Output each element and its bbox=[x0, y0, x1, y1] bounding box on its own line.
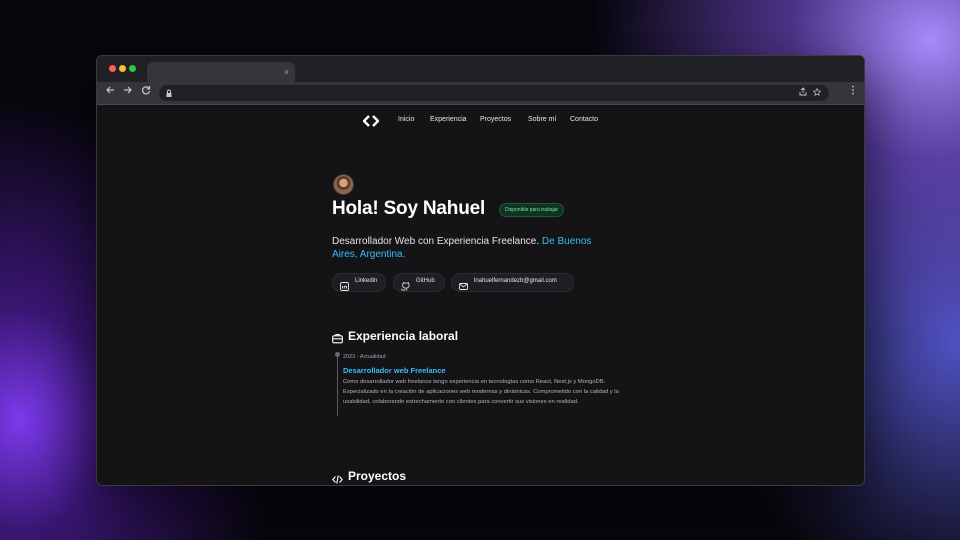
github-label: GitHub bbox=[416, 278, 435, 284]
address-bar[interactable] bbox=[159, 85, 829, 101]
briefcase-icon bbox=[332, 331, 343, 344]
github-icon bbox=[400, 278, 410, 291]
nav-link-sobre-mi[interactable]: Sobre mí bbox=[528, 116, 556, 123]
reload-icon[interactable] bbox=[139, 85, 153, 99]
code-icon bbox=[332, 472, 343, 484]
forward-icon[interactable] bbox=[121, 85, 135, 99]
browser-toolbar bbox=[97, 82, 864, 105]
nav-link-experiencia[interactable]: Experiencia bbox=[430, 116, 467, 123]
browser-window: × Inicio Experiencia Proyectos Sobre mí … bbox=[96, 55, 865, 486]
share-icon[interactable] bbox=[797, 86, 809, 100]
nav-link-inicio[interactable]: Inicio bbox=[398, 116, 414, 123]
timeline-line bbox=[337, 352, 338, 416]
site-logo-icon[interactable] bbox=[362, 114, 380, 127]
maximize-window-button[interactable] bbox=[129, 65, 136, 72]
email-button[interactable]: lnahuelfernandezb@gmail.com bbox=[451, 273, 574, 292]
experience-description: Como desarrollador web freelance tengo e… bbox=[343, 379, 619, 405]
experience-role: Desarrollador web Freelance bbox=[343, 366, 446, 375]
experience-date: 2023 - Actualidad bbox=[343, 354, 386, 360]
close-window-button[interactable] bbox=[109, 65, 116, 72]
email-label: lnahuelfernandezb@gmail.com bbox=[474, 278, 557, 284]
minimize-window-button[interactable] bbox=[119, 65, 126, 72]
back-icon[interactable] bbox=[103, 85, 117, 99]
page-title: Hola! Soy Nahuel bbox=[332, 198, 486, 219]
hero-subtitle: Desarrollador Web con Experiencia Freela… bbox=[332, 235, 612, 261]
subtitle-text: Desarrollador Web con Experiencia Freela… bbox=[332, 236, 542, 247]
mail-icon bbox=[459, 278, 468, 290]
menu-icon[interactable] bbox=[846, 85, 860, 99]
nav-link-contacto[interactable]: Contacto bbox=[570, 116, 598, 123]
web-page: Inicio Experiencia Proyectos Sobre mí Co… bbox=[97, 105, 864, 485]
experience-title: Experiencia laboral bbox=[348, 329, 459, 343]
site-nav: Inicio Experiencia Proyectos Sobre mí Co… bbox=[97, 105, 864, 137]
timeline-dot bbox=[335, 352, 340, 357]
star-icon[interactable] bbox=[811, 86, 823, 100]
tab-close-icon[interactable]: × bbox=[284, 65, 289, 79]
nav-link-proyectos[interactable]: Proyectos bbox=[480, 116, 511, 123]
availability-badge: Disponible para trabajar bbox=[499, 203, 565, 217]
linkedin-icon bbox=[340, 278, 349, 291]
avatar bbox=[333, 174, 354, 195]
linkedin-label: Linkedin bbox=[355, 278, 378, 284]
tab-bar: × bbox=[97, 56, 864, 82]
github-button[interactable]: GitHub bbox=[393, 273, 445, 292]
linkedin-button[interactable]: Linkedin bbox=[332, 273, 386, 292]
browser-tab[interactable]: × bbox=[147, 62, 295, 82]
projects-title: Proyectos bbox=[348, 469, 407, 483]
lock-icon bbox=[164, 87, 174, 99]
